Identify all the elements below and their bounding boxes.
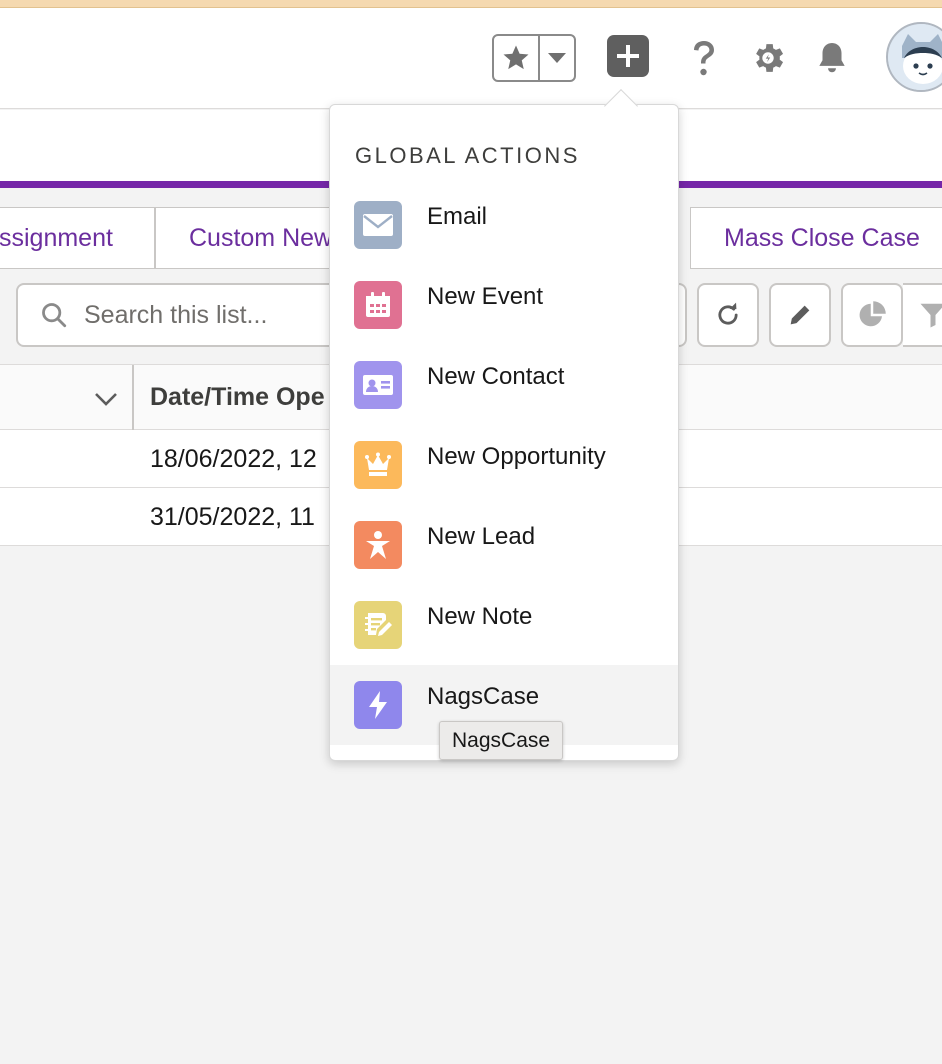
- pie-chart-icon: [859, 301, 886, 327]
- search-icon: [42, 303, 67, 328]
- filter-button[interactable]: [903, 283, 942, 347]
- refresh-icon: [718, 302, 738, 325]
- menu-item-label: New Event: [427, 283, 544, 310]
- assignment-action-button[interactable]: ssignment: [0, 207, 155, 269]
- crown-icon: [354, 441, 402, 489]
- plus-icon: [617, 45, 639, 67]
- calendar-icon: [354, 281, 402, 329]
- custom-new-action-button[interactable]: Custom New: [155, 207, 355, 269]
- pencil-icon: [790, 305, 810, 325]
- search-list-input[interactable]: Search this list...: [16, 283, 356, 347]
- user-avatar[interactable]: [886, 22, 942, 92]
- menu-item-label: New Contact: [427, 363, 565, 390]
- mass-close-case-button[interactable]: Mass Close Case: [690, 207, 942, 269]
- search-placeholder: Search this list...: [84, 300, 268, 329]
- global-actions-menu: GLOBAL ACTIONS Email New Event New Conta…: [329, 104, 679, 761]
- menu-item-label: New Note: [427, 603, 533, 630]
- help-icon[interactable]: [684, 38, 724, 78]
- note-icon: [354, 601, 402, 649]
- charts-button[interactable]: [841, 283, 903, 347]
- contact-card-icon: [354, 361, 402, 409]
- global-actions-heading: GLOBAL ACTIONS: [355, 143, 580, 168]
- setup-gear-icon[interactable]: [748, 38, 788, 78]
- menu-item-email[interactable]: Email: [330, 185, 678, 265]
- favorites-button[interactable]: [492, 34, 576, 82]
- lightning-icon: [354, 681, 402, 729]
- menu-item-label: NagsCase: [427, 683, 540, 710]
- menu-item-label: New Opportunity: [427, 443, 606, 470]
- menu-item-label: New Lead: [427, 523, 536, 550]
- global-actions-button[interactable]: [607, 35, 649, 77]
- nagscase-tooltip: NagsCase: [439, 721, 564, 760]
- person-star-icon: [354, 521, 402, 569]
- email-icon: [354, 201, 402, 249]
- column-resize-handle[interactable]: [132, 365, 134, 431]
- favorites-star-icon[interactable]: [494, 36, 540, 80]
- filter-icon: [920, 303, 942, 328]
- table-cell: 18/06/2022, 12: [150, 445, 317, 473]
- inline-edit-button[interactable]: [769, 283, 831, 347]
- menu-item-new-opportunity[interactable]: New Opportunity: [330, 425, 678, 505]
- chevron-down-icon[interactable]: [94, 387, 118, 411]
- notifications-bell-icon[interactable]: [812, 38, 852, 78]
- refresh-button[interactable]: [697, 283, 759, 347]
- menu-item-new-lead[interactable]: New Lead: [330, 505, 678, 585]
- browser-top-strip: [0, 0, 942, 8]
- menu-item-new-event[interactable]: New Event: [330, 265, 678, 345]
- table-cell: 31/05/2022, 11: [150, 503, 315, 531]
- global-header: [0, 8, 942, 109]
- menu-item-new-contact[interactable]: New Contact: [330, 345, 678, 425]
- column-header-date-time-opened[interactable]: Date/Time Ope: [150, 383, 325, 412]
- menu-item-label: Email: [427, 203, 488, 230]
- favorites-dropdown-icon[interactable]: [540, 36, 574, 80]
- menu-item-new-note[interactable]: New Note: [330, 585, 678, 665]
